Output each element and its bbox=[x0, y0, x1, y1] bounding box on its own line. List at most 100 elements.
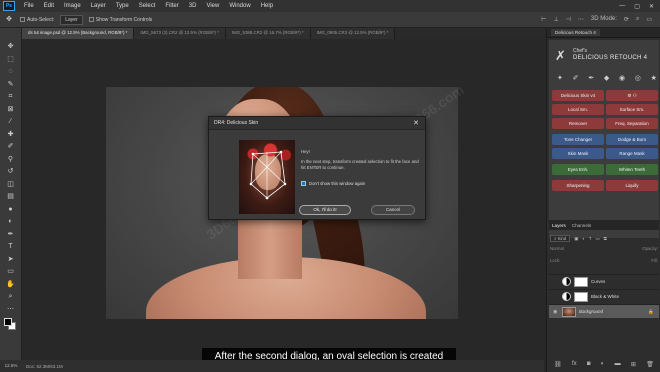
tab-layers[interactable]: Layers bbox=[552, 223, 566, 228]
new-layer-icon[interactable]: ⊞ bbox=[631, 361, 636, 368]
move-tool-icon[interactable]: ✥ bbox=[4, 15, 14, 25]
fx-icon[interactable]: fx bbox=[572, 361, 577, 367]
eye-icon[interactable]: ◎ bbox=[635, 74, 641, 82]
filter-shape-icon[interactable]: ▭ bbox=[596, 236, 600, 242]
ok-button[interactable]: Ok, I'll do it! bbox=[299, 205, 351, 215]
show-transform-checkbox[interactable]: Show Transform Controls bbox=[88, 17, 152, 23]
eyedropper-tool-icon[interactable]: ⁄ bbox=[6, 117, 16, 127]
whiten-teeth-button[interactable]: Whiten Teeth bbox=[606, 164, 658, 175]
healing-tool-icon[interactable]: ✚ bbox=[6, 130, 16, 140]
marquee-tool-icon[interactable]: ⬚ bbox=[6, 55, 16, 65]
pen-tool-icon[interactable]: ✒ bbox=[6, 230, 16, 240]
zoom-level[interactable]: 12.5% bbox=[0, 360, 22, 372]
type-tool-icon[interactable]: T bbox=[6, 242, 16, 252]
fill-label[interactable]: Fill: bbox=[651, 258, 658, 263]
menu-edit[interactable]: Edit bbox=[39, 3, 59, 9]
brush-tool-icon[interactable]: ✐ bbox=[6, 142, 16, 152]
clone-stamp-tool-icon[interactable]: ⚲ bbox=[6, 155, 16, 165]
liquify-button[interactable]: Liquify bbox=[606, 180, 658, 191]
layer-black-white[interactable]: Black & White bbox=[549, 289, 659, 303]
wand-icon[interactable]: ✦ bbox=[557, 74, 563, 82]
foreground-color-swatch[interactable] bbox=[4, 318, 12, 326]
filter-adjust-icon[interactable]: ◐ bbox=[582, 236, 585, 241]
shape-tool-icon[interactable]: ▭ bbox=[6, 267, 16, 277]
gradient-tool-icon[interactable]: ▤ bbox=[6, 192, 16, 202]
skin-options-button[interactable]: ⚙ ⚇ bbox=[606, 90, 658, 101]
link-icon[interactable]: ⛓ bbox=[554, 361, 562, 368]
doc-tab[interactable]: IMG_0905.CR2 @ 12.5% (RGB/8*) * bbox=[310, 28, 396, 39]
auto-select-checkbox[interactable]: Auto-Select: bbox=[20, 17, 54, 23]
trash-icon[interactable]: 🗑 bbox=[646, 361, 654, 368]
path-select-tool-icon[interactable]: ➤ bbox=[6, 255, 16, 265]
doc-tab-active[interactable]: ds tut image.psd @ 12.5% (Background, RG… bbox=[22, 28, 135, 39]
menu-layer[interactable]: Layer bbox=[86, 3, 111, 9]
quick-select-tool-icon[interactable]: ✎ bbox=[6, 80, 16, 90]
doc-tab[interactable]: IMG_5388.CR2 @ 16.7% (RGB/8*) * bbox=[225, 28, 311, 39]
hand-tool-icon[interactable]: ✋ bbox=[6, 280, 16, 290]
filter-type-icon[interactable]: T bbox=[589, 236, 592, 241]
opacity-label[interactable]: Opacity: bbox=[642, 246, 658, 251]
star-icon[interactable]: ★ bbox=[651, 74, 657, 82]
dodge-tool-icon[interactable]: ◐ bbox=[6, 217, 16, 227]
menu-help[interactable]: Help bbox=[256, 3, 278, 9]
eye-icon[interactable]: ◉ bbox=[553, 309, 559, 315]
maximize-button[interactable]: ▢ bbox=[634, 3, 640, 10]
rotate-3d-icon[interactable]: ⟳ bbox=[624, 16, 629, 23]
menu-select[interactable]: Select bbox=[134, 3, 161, 9]
filter-smart-icon[interactable]: ⧉ bbox=[604, 236, 607, 241]
menu-window[interactable]: Window bbox=[224, 3, 255, 9]
workspace-icon[interactable]: ▭ bbox=[646, 16, 652, 23]
local-smoothing-button[interactable]: Local Sm. bbox=[552, 104, 604, 115]
lasso-tool-icon[interactable]: ◌ bbox=[6, 67, 16, 77]
filter-pixel-icon[interactable]: ▣ bbox=[574, 236, 578, 242]
remover-button[interactable]: Remover bbox=[552, 118, 604, 129]
mask-icon[interactable]: ◙ bbox=[587, 361, 591, 367]
frame-tool-icon[interactable]: ⊠ bbox=[6, 105, 16, 115]
menu-3d[interactable]: 3D bbox=[184, 3, 202, 9]
auto-select-dropdown[interactable]: Layer bbox=[60, 14, 83, 25]
align-center-icon[interactable]: ⊥ bbox=[553, 16, 558, 23]
layer-mask-thumbnail[interactable] bbox=[574, 291, 588, 302]
search-icon[interactable]: ⌕ bbox=[636, 16, 639, 23]
skin-mask-button[interactable]: Skin Mask bbox=[552, 148, 604, 159]
layer-background[interactable]: ◉ Background 🔒 bbox=[549, 304, 659, 318]
close-window-button[interactable]: ✕ bbox=[649, 3, 654, 10]
menu-view[interactable]: View bbox=[201, 3, 224, 9]
folder-icon[interactable]: ▬ bbox=[615, 361, 621, 367]
checkbox-checked-icon[interactable] bbox=[301, 181, 306, 186]
cancel-button[interactable]: Cancel bbox=[371, 205, 415, 215]
align-right-icon[interactable]: ⊣ bbox=[566, 16, 571, 23]
layer-curves[interactable]: Curves bbox=[549, 274, 659, 288]
move-tool-icon[interactable]: ✥ bbox=[6, 42, 16, 52]
eyes-enhance-button[interactable]: Eyes Enh. bbox=[552, 164, 604, 175]
layer-mask-thumbnail[interactable] bbox=[574, 276, 588, 287]
minimize-button[interactable]: — bbox=[619, 3, 625, 10]
filter-kind-dropdown[interactable]: ⌕ Kind bbox=[550, 235, 571, 242]
align-left-icon[interactable]: ⊢ bbox=[541, 16, 546, 23]
doc-tab[interactable]: IMG_5673 (2).CR2 @ 12.5% (RGB/8*) * bbox=[134, 28, 226, 39]
delicious-skin-button[interactable]: Delicious Skin v4 bbox=[552, 90, 604, 101]
menu-type[interactable]: Type bbox=[111, 3, 134, 9]
blend-mode-dropdown[interactable]: Normal bbox=[550, 246, 564, 251]
close-icon[interactable]: ✕ bbox=[413, 119, 419, 127]
adjustment-icon[interactable]: ◐ bbox=[601, 361, 605, 367]
brush-icon[interactable]: ✐ bbox=[573, 74, 579, 82]
sharpening-button[interactable]: Sharpening bbox=[552, 180, 604, 191]
menu-image[interactable]: Image bbox=[59, 3, 86, 9]
eraser-tool-icon[interactable]: ◫ bbox=[6, 180, 16, 190]
zoom-tool-icon[interactable]: ⌕ bbox=[6, 292, 16, 302]
history-brush-tool-icon[interactable]: ↺ bbox=[6, 167, 16, 177]
distribute-icon[interactable]: ⋯ bbox=[578, 16, 584, 23]
freq-separation-button[interactable]: Freq. Separation bbox=[606, 118, 658, 129]
dont-show-checkbox[interactable]: Don't show this window again bbox=[301, 181, 365, 186]
menu-file[interactable]: File bbox=[19, 3, 39, 9]
pen-icon[interactable]: ✒ bbox=[588, 74, 594, 82]
crop-tool-icon[interactable]: ⌗ bbox=[6, 92, 16, 102]
drop-icon[interactable]: ◉ bbox=[619, 74, 625, 82]
more-tools-icon[interactable]: ⋯ bbox=[6, 305, 16, 315]
blur-tool-icon[interactable]: ● bbox=[6, 205, 16, 215]
menu-filter[interactable]: Filter bbox=[160, 3, 183, 9]
tag-icon[interactable]: ◆ bbox=[604, 74, 609, 82]
tone-changer-button[interactable]: Tone Changer bbox=[552, 134, 604, 145]
tab-channels[interactable]: Channels bbox=[572, 223, 591, 228]
